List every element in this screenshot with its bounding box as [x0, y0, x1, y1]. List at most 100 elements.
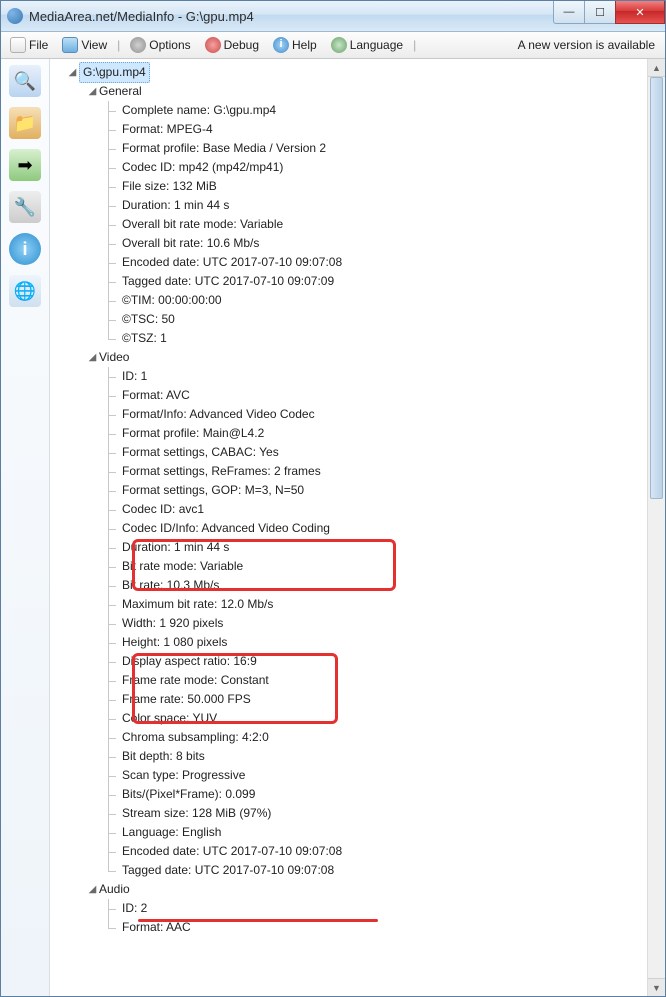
tree-leaf-label[interactable]: Format: AVC — [122, 386, 190, 405]
tree-row[interactable]: Overall bit rate: 10.6 Mb/s — [54, 234, 648, 253]
tree-leaf-label[interactable]: Chroma subsampling: 4:2:0 — [122, 728, 269, 747]
menu-view[interactable]: View — [57, 35, 112, 55]
tree-leaf-label[interactable]: Format: MPEG-4 — [122, 120, 213, 139]
tree-leaf-label[interactable]: Encoded date: UTC 2017-07-10 09:07:08 — [122, 253, 342, 272]
scroll-down-icon[interactable]: ▼ — [648, 978, 665, 996]
tree-leaf-label[interactable]: Format settings, CABAC: Yes — [122, 443, 279, 462]
tree-row[interactable]: Language: English — [54, 823, 648, 842]
tree-leaf-label[interactable]: Codec ID: mp42 (mp42/mp41) — [122, 158, 283, 177]
tree-leaf-label[interactable]: ID: 2 — [122, 899, 147, 918]
tree-row[interactable]: ◢General — [54, 82, 648, 101]
tree-leaf-label[interactable]: Language: English — [122, 823, 221, 842]
tree-row[interactable]: Chroma subsampling: 4:2:0 — [54, 728, 648, 747]
tree-row[interactable]: Duration: 1 min 44 s — [54, 538, 648, 557]
sidebar-folder-icon[interactable]: 📁 — [9, 107, 41, 139]
tree-row[interactable]: Bit depth: 8 bits — [54, 747, 648, 766]
tree-section-label[interactable]: General — [99, 82, 142, 101]
minimize-button[interactable]: — — [553, 1, 585, 24]
tree-leaf-label[interactable]: Format profile: Base Media / Version 2 — [122, 139, 326, 158]
tree-row[interactable]: Codec ID/Info: Advanced Video Coding — [54, 519, 648, 538]
tree-leaf-label[interactable]: Scan type: Progressive — [122, 766, 245, 785]
tree-leaf-label[interactable]: File size: 132 MiB — [122, 177, 217, 196]
tree-leaf-label[interactable]: Color space: YUV — [122, 709, 217, 728]
close-button[interactable]: ✕ — [615, 1, 665, 24]
tree-row[interactable]: Scan type: Progressive — [54, 766, 648, 785]
tree-row[interactable]: Tagged date: UTC 2017-07-10 09:07:09 — [54, 272, 648, 291]
tree-leaf-label[interactable]: ID: 1 — [122, 367, 147, 386]
tree-row[interactable]: Format settings, ReFrames: 2 frames — [54, 462, 648, 481]
tree-leaf-label[interactable]: Height: 1 080 pixels — [122, 633, 227, 652]
tree-row[interactable]: Duration: 1 min 44 s — [54, 196, 648, 215]
sidebar-settings-icon[interactable]: 🔧 — [9, 191, 41, 223]
sidebar-open-icon[interactable]: 🔍 — [9, 65, 41, 97]
tree-leaf-label[interactable]: Format: AAC — [122, 918, 191, 937]
tree-row[interactable]: Frame rate mode: Constant — [54, 671, 648, 690]
tree-leaf-label[interactable]: Frame rate mode: Constant — [122, 671, 269, 690]
tree-row[interactable]: Stream size: 128 MiB (97%) — [54, 804, 648, 823]
sidebar-export-icon[interactable]: ➡ — [9, 149, 41, 181]
tree-leaf-label[interactable]: ©TSC: 50 — [122, 310, 175, 329]
sidebar-about-icon[interactable]: i — [9, 233, 41, 265]
tree-row[interactable]: ©TSZ: 1 — [54, 329, 648, 348]
tree-row[interactable]: Frame rate: 50.000 FPS — [54, 690, 648, 709]
tree-leaf-label[interactable]: Display aspect ratio: 16:9 — [122, 652, 257, 671]
tree-row[interactable]: Bit rate mode: Variable — [54, 557, 648, 576]
tree-row[interactable]: Format settings, CABAC: Yes — [54, 443, 648, 462]
tree-row[interactable]: Width: 1 920 pixels — [54, 614, 648, 633]
tree-row[interactable]: ◢Video — [54, 348, 648, 367]
tree-leaf-label[interactable]: Codec ID/Info: Advanced Video Coding — [122, 519, 330, 538]
titlebar[interactable]: MediaArea.net/MediaInfo - G:\gpu.mp4 — ☐… — [1, 1, 665, 32]
tree-row[interactable]: Tagged date: UTC 2017-07-10 09:07:08 — [54, 861, 648, 880]
tree-section-label[interactable]: Video — [99, 348, 129, 367]
tree-row[interactable]: File size: 132 MiB — [54, 177, 648, 196]
tree-row[interactable]: ID: 2 — [54, 899, 648, 918]
tree-leaf-label[interactable]: Duration: 1 min 44 s — [122, 538, 229, 557]
tree-leaf-label[interactable]: Frame rate: 50.000 FPS — [122, 690, 251, 709]
tree-section-label[interactable]: Audio — [99, 880, 130, 899]
tree-leaf-label[interactable]: Tagged date: UTC 2017-07-10 09:07:09 — [122, 272, 334, 291]
tree-leaf-label[interactable]: Width: 1 920 pixels — [122, 614, 223, 633]
property-tree[interactable]: ◢G:\gpu.mp4◢GeneralComplete name: G:\gpu… — [50, 59, 648, 996]
menu-options[interactable]: Options — [125, 35, 195, 55]
tree-row[interactable]: ©TSC: 50 — [54, 310, 648, 329]
expand-icon[interactable]: ◢ — [66, 63, 79, 82]
tree-leaf-label[interactable]: Stream size: 128 MiB (97%) — [122, 804, 271, 823]
tree-leaf-label[interactable]: Format settings, GOP: M=3, N=50 — [122, 481, 304, 500]
maximize-button[interactable]: ☐ — [584, 1, 616, 24]
tree-leaf-label[interactable]: Maximum bit rate: 12.0 Mb/s — [122, 595, 273, 614]
tree-leaf-label[interactable]: ©TIM: 00:00:00:00 — [122, 291, 222, 310]
tree-row[interactable]: Overall bit rate mode: Variable — [54, 215, 648, 234]
tree-row[interactable]: Codec ID: mp42 (mp42/mp41) — [54, 158, 648, 177]
expand-icon[interactable]: ◢ — [86, 880, 99, 899]
tree-leaf-label[interactable]: Complete name: G:\gpu.mp4 — [122, 101, 276, 120]
tree-row[interactable]: Format: AVC — [54, 386, 648, 405]
scroll-up-icon[interactable]: ▲ — [648, 59, 665, 77]
menu-file[interactable]: File — [5, 35, 53, 55]
tree-row[interactable]: Complete name: G:\gpu.mp4 — [54, 101, 648, 120]
tree-row[interactable]: Maximum bit rate: 12.0 Mb/s — [54, 595, 648, 614]
expand-icon[interactable]: ◢ — [86, 82, 99, 101]
tree-row[interactable]: Color space: YUV — [54, 709, 648, 728]
tree-leaf-label[interactable]: Format/Info: Advanced Video Codec — [122, 405, 315, 424]
tree-leaf-label[interactable]: Format settings, ReFrames: 2 frames — [122, 462, 321, 481]
tree-row[interactable]: Encoded date: UTC 2017-07-10 09:07:08 — [54, 253, 648, 272]
scroll-thumb[interactable] — [650, 77, 663, 499]
tree-leaf-label[interactable]: Overall bit rate mode: Variable — [122, 215, 283, 234]
tree-row[interactable]: Format profile: Base Media / Version 2 — [54, 139, 648, 158]
tree-row[interactable]: Bit rate: 10.3 Mb/s — [54, 576, 648, 595]
tree-row[interactable]: Format profile: Main@L4.2 — [54, 424, 648, 443]
tree-leaf-label[interactable]: ©TSZ: 1 — [122, 329, 167, 348]
tree-leaf-label[interactable]: Format profile: Main@L4.2 — [122, 424, 264, 443]
sidebar-web-icon[interactable]: 🌐 — [9, 275, 41, 307]
expand-icon[interactable]: ◢ — [86, 348, 99, 367]
tree-row[interactable]: Bits/(Pixel*Frame): 0.099 — [54, 785, 648, 804]
tree-row[interactable]: Format: MPEG-4 — [54, 120, 648, 139]
tree-row[interactable]: Format: AAC — [54, 918, 648, 937]
tree-row[interactable]: Codec ID: avc1 — [54, 500, 648, 519]
tree-leaf-label[interactable]: Duration: 1 min 44 s — [122, 196, 229, 215]
tree-root-label[interactable]: G:\gpu.mp4 — [79, 62, 150, 83]
tree-row[interactable]: Encoded date: UTC 2017-07-10 09:07:08 — [54, 842, 648, 861]
tree-row[interactable]: Format settings, GOP: M=3, N=50 — [54, 481, 648, 500]
tree-row[interactable]: Height: 1 080 pixels — [54, 633, 648, 652]
menu-debug[interactable]: Debug — [200, 35, 264, 55]
